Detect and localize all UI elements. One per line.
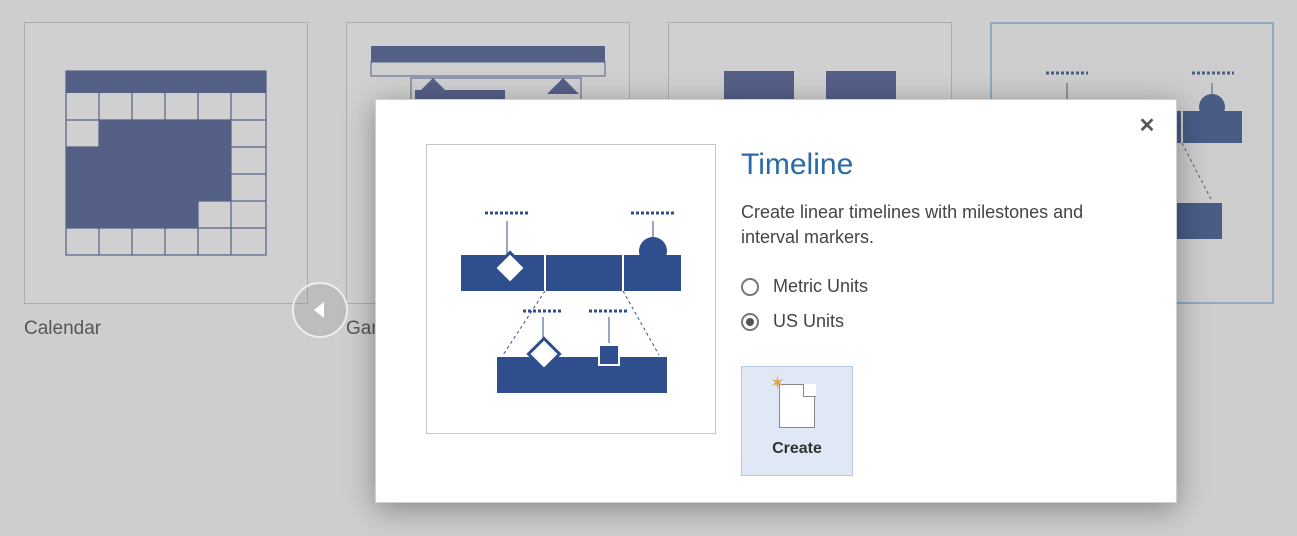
- close-button[interactable]: ✕: [1136, 114, 1158, 136]
- units-us-label: US Units: [773, 311, 844, 332]
- create-button-label: Create: [772, 440, 822, 458]
- units-us-option[interactable]: US Units: [741, 311, 1146, 332]
- units-metric-option[interactable]: Metric Units: [741, 276, 1146, 297]
- template-preview: [426, 144, 716, 434]
- timeline-preview-icon: [441, 159, 701, 419]
- radio-icon: [741, 313, 759, 331]
- radio-icon: [741, 278, 759, 296]
- dialog-description: Create linear timelines with milestones …: [741, 200, 1146, 250]
- new-document-icon: [779, 384, 815, 428]
- create-button[interactable]: Create: [741, 366, 853, 476]
- chevron-left-icon: [310, 300, 330, 320]
- dialog-title: Timeline: [741, 148, 1146, 182]
- previous-template-button[interactable]: [292, 282, 348, 338]
- close-icon: ✕: [1139, 113, 1156, 138]
- new-template-dialog: ✕: [375, 99, 1177, 503]
- units-metric-label: Metric Units: [773, 276, 868, 297]
